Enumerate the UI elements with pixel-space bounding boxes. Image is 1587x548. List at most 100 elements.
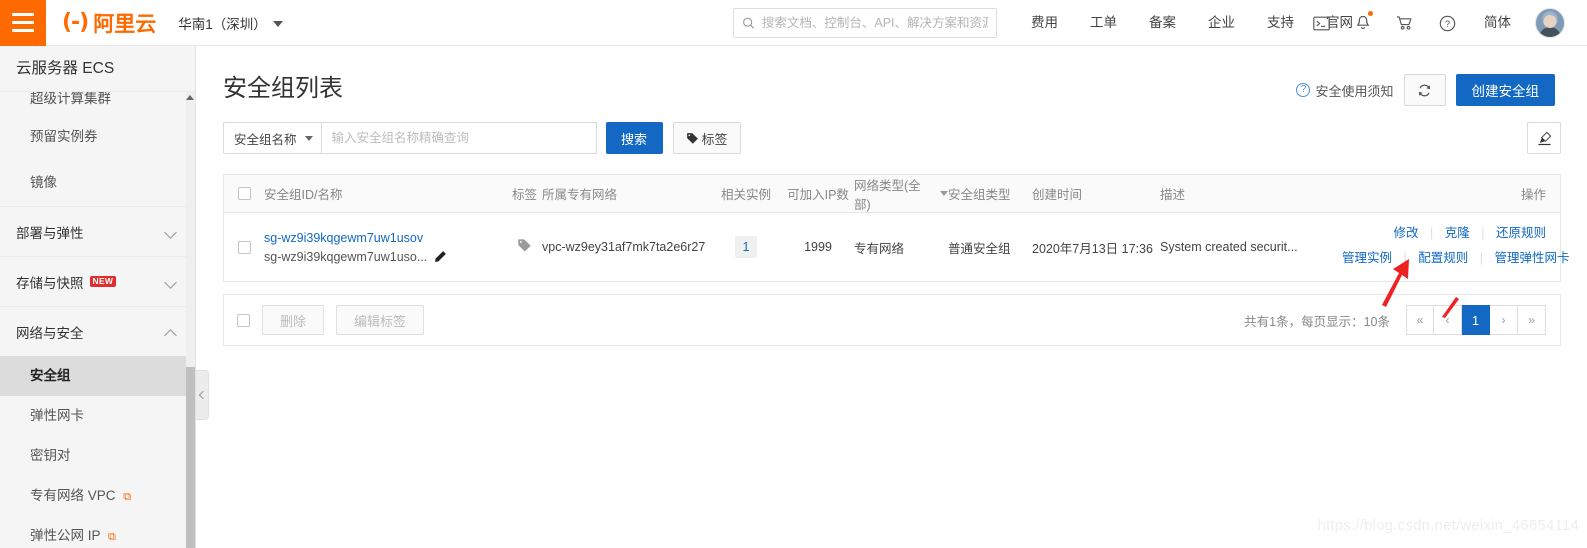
sidebar-scrollbar[interactable] [186, 92, 195, 548]
tag-icon [686, 132, 698, 144]
sidebar-item-label: 弹性网卡 [30, 408, 84, 423]
sidebar-group-deploy-elastic[interactable]: 部署与弹性 [0, 206, 195, 256]
sidebar-item-label: 密钥对 [30, 448, 71, 463]
sidebar-item-key-pair[interactable]: 密钥对 [0, 436, 195, 476]
cell-sg-type: 普通安全组 [948, 241, 1011, 256]
tag-icon[interactable] [517, 238, 532, 253]
terminal-icon[interactable] [1300, 0, 1342, 46]
user-avatar[interactable] [1535, 8, 1565, 38]
page-last-button[interactable]: » [1518, 305, 1546, 335]
nav-link-fee[interactable]: 费用 [1015, 0, 1074, 46]
aliyun-logo-mark: (-) [62, 10, 89, 35]
bell-glyph [1356, 15, 1370, 29]
nav-link-ticket[interactable]: 工单 [1074, 0, 1133, 46]
sidebar-item-reserved-instance[interactable]: 预留实例券 [0, 114, 195, 160]
col-header-network-type-label: 网络类型(全部) [854, 178, 921, 212]
sidebar-item-vpc[interactable]: 专有网络 VPC ⧉ [0, 476, 195, 516]
action-manage-eni[interactable]: 管理弹性网卡 [1494, 251, 1569, 265]
tag-filter-button[interactable]: 标签 [672, 122, 741, 154]
page-number-1[interactable]: 1 [1462, 305, 1490, 335]
region-selector[interactable]: 华南1（深圳） [178, 13, 283, 33]
chevron-down-icon [165, 276, 177, 288]
sidebar-item-label: 预留实例券 [30, 129, 98, 144]
chevron-up-icon [165, 326, 177, 338]
tag-filter-label: 标签 [701, 131, 728, 147]
sg-id-link[interactable]: sg-wz9i39kqgewm7uw1usov [264, 231, 507, 245]
aliyun-logo[interactable]: (-) 阿里云 [62, 8, 156, 38]
sidebar-item-security-group[interactable]: 安全组 [0, 356, 195, 396]
sidebar-item-eip[interactable]: 弹性公网 IP ⧉ [0, 516, 195, 548]
global-search-input[interactable] [761, 16, 988, 30]
top-nav-icons: ? 简体 [1300, 0, 1577, 46]
sidebar-item-label: 超级计算集群 [30, 92, 111, 106]
footer-select-all-checkbox[interactable] [237, 313, 250, 327]
sidebar-group-network-security[interactable]: 网络与安全 [0, 306, 195, 356]
search-button[interactable]: 搜索 [605, 122, 663, 154]
new-badge: NEW [89, 275, 117, 288]
help-icon[interactable]: ? [1426, 0, 1468, 46]
page-first-button[interactable]: « [1406, 305, 1434, 335]
pencil-icon[interactable] [434, 250, 447, 263]
hamburger-menu-icon[interactable] [0, 0, 46, 46]
export-icon [1537, 131, 1551, 145]
sidebar-item-scc[interactable]: 超级计算集群 [0, 92, 195, 114]
scroll-up-arrow-icon[interactable] [186, 95, 194, 100]
pagination-area: 共有1条，每页显示：10条 « ‹ 1 › » [1244, 305, 1546, 335]
action-clone[interactable]: 克隆 [1445, 226, 1470, 240]
action-modify[interactable]: 修改 [1394, 226, 1419, 240]
export-button[interactable] [1527, 122, 1561, 154]
sidebar-scrollbar-thumb[interactable] [186, 367, 195, 548]
security-group-table: 安全组ID/名称 标签 所属专有网络 相关实例 可加入IP数 网络类型(全部) … [223, 174, 1569, 282]
cell-vpc: vpc-wz9ey31af7mk7ta2e6r27 [542, 240, 706, 254]
cell-ip-count: 1999 [804, 240, 832, 254]
left-sidebar: 云服务器 ECS 超级计算集群 预留实例券 镜像 部署与弹性 存储与快照 NEW… [0, 46, 196, 548]
delete-button[interactable]: 删除 [262, 305, 325, 335]
security-notice-link[interactable]: ? 安全使用须知 [1296, 81, 1394, 100]
sidebar-group-label: 网络与安全 [16, 325, 84, 341]
nav-link-icp[interactable]: 备案 [1133, 0, 1192, 46]
filter-type-select[interactable]: 安全组名称 [223, 122, 322, 154]
cell-tag [507, 238, 542, 256]
refresh-button[interactable] [1403, 74, 1446, 106]
filter-search-input[interactable] [321, 122, 597, 154]
hamburger-bar [12, 29, 34, 32]
col-header-instances: 相关实例 [720, 188, 771, 202]
global-search-box[interactable] [733, 8, 997, 38]
sidebar-item-label: 弹性公网 IP [30, 528, 101, 543]
create-security-group-button[interactable]: 创建安全组 [1455, 74, 1555, 106]
shopping-cart-icon[interactable] [1384, 0, 1426, 46]
table-row: sg-wz9i39kqgewm7uw1usov sg-wz9i39kqgewm7… [224, 213, 1569, 281]
sidebar-item-image[interactable]: 镜像 [0, 160, 195, 206]
action-configure-rules[interactable]: 配置规则 [1418, 251, 1468, 265]
page-title: 安全组列表 [223, 75, 343, 102]
notification-badge-dot [1368, 11, 1373, 16]
sidebar-item-eni[interactable]: 弹性网卡 [0, 396, 195, 436]
language-selector[interactable]: 简体 [1468, 0, 1527, 46]
chevron-left-icon [198, 390, 208, 400]
col-header-network-type[interactable]: 网络类型(全部) [854, 175, 948, 213]
page-next-button[interactable]: › [1490, 305, 1518, 335]
network-type-filter[interactable]: 网络类型(全部) [854, 175, 948, 213]
action-restore-rules[interactable]: 还原规则 [1496, 226, 1546, 240]
cell-sg-id: sg-wz9i39kqgewm7uw1usov sg-wz9i39kqgewm7… [264, 231, 507, 264]
select-all-checkbox[interactable] [237, 187, 251, 200]
instance-count-chip[interactable]: 1 [735, 236, 757, 258]
cell-instance-count: 1 [710, 236, 782, 258]
top-navigation-bar: (-) 阿里云 华南1（深圳） 费用 工单 备案 企业 支持 官网 [0, 0, 1587, 46]
notification-bell-icon[interactable] [1342, 0, 1384, 46]
sidebar-group-left: 网络与安全 [16, 322, 84, 342]
col-header-ip-count: 可加入IP数 [787, 188, 849, 202]
nav-link-enterprise[interactable]: 企业 [1192, 0, 1251, 46]
chevron-down-icon [304, 135, 313, 141]
refresh-icon [1418, 84, 1431, 96]
page-prev-button[interactable]: ‹ [1434, 305, 1462, 335]
row-checkbox[interactable] [237, 240, 251, 254]
col-header-tag: 标签 [511, 188, 537, 202]
col-header-operations: 操作 [1520, 188, 1546, 202]
sidebar-group-storage-snapshot[interactable]: 存储与快照 NEW [0, 256, 195, 306]
edit-tag-button[interactable]: 编辑标签 [336, 305, 425, 335]
svg-text:?: ? [1444, 19, 1449, 30]
total-count-text: 共有1条，每页显示：10条 [1244, 314, 1390, 329]
action-manage-instances[interactable]: 管理实例 [1342, 251, 1392, 265]
sidebar-collapse-handle[interactable] [196, 370, 209, 420]
